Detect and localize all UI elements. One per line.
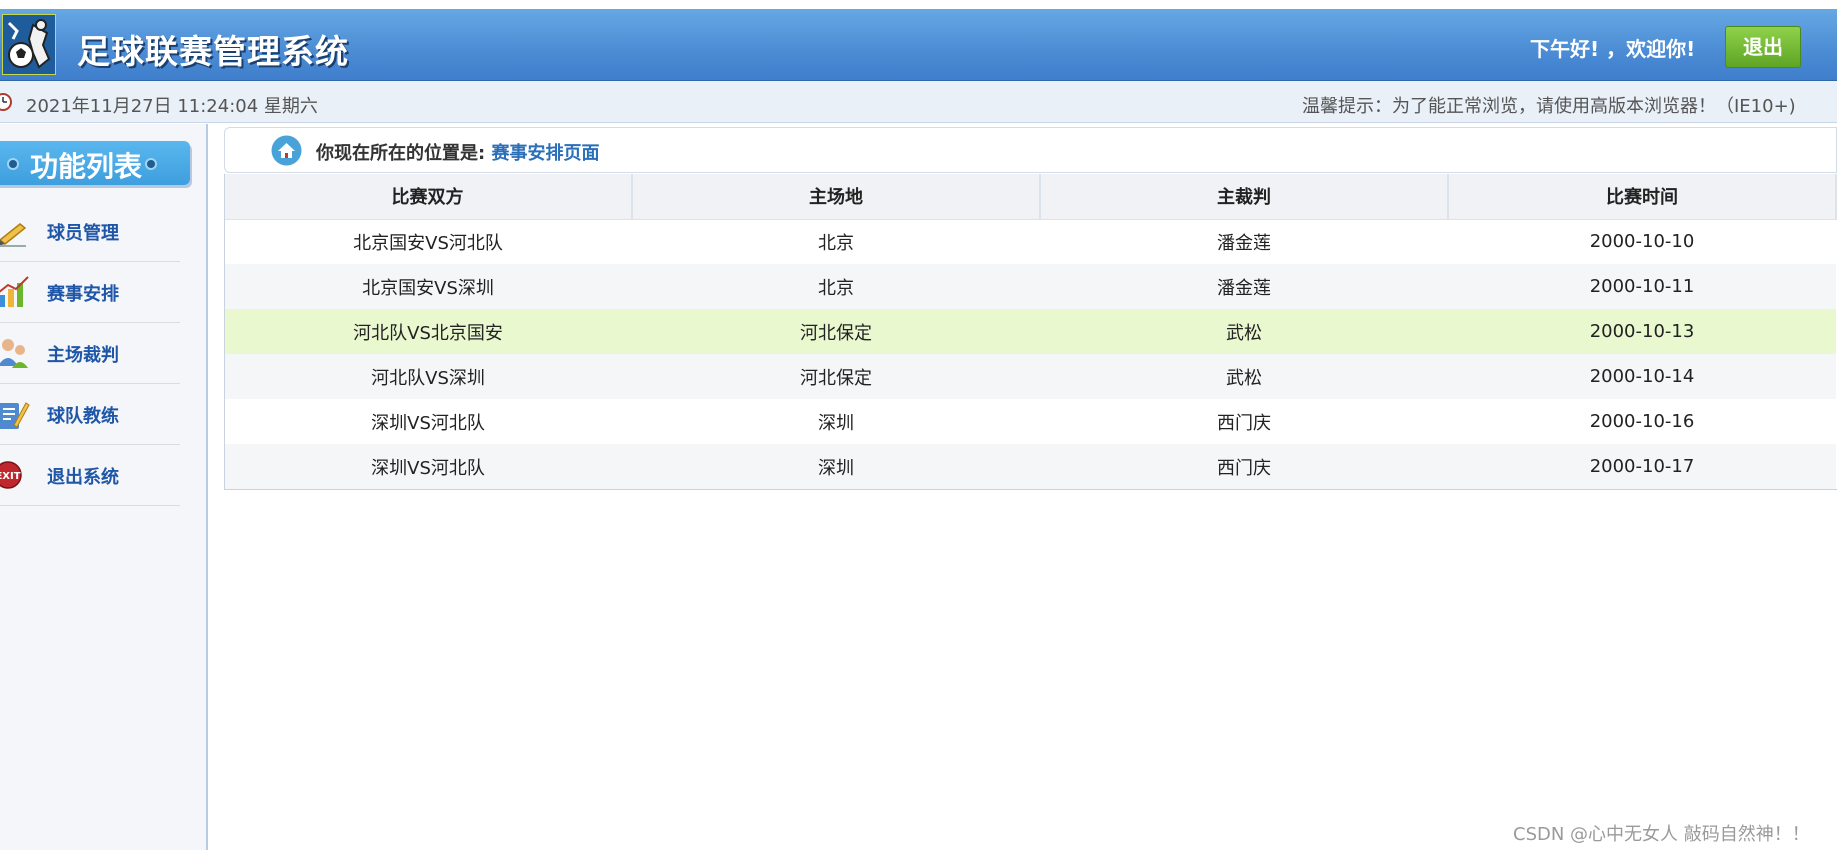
cell-venue: 深圳 — [632, 444, 1040, 489]
sidebar-item-team-coach[interactable]: 球队教练 — [0, 385, 180, 445]
cell-match-time: 2000-10-16 — [1448, 399, 1836, 444]
table-row[interactable]: 北京国安VS深圳 北京 潘金莲 2000-10-11 — [224, 264, 1836, 309]
cell-teams: 北京国安VS河北队 — [224, 219, 632, 264]
cell-venue: 深圳 — [632, 399, 1040, 444]
dot-icon — [7, 158, 19, 170]
logout-button[interactable]: 退出 — [1725, 26, 1801, 68]
breadcrumb-current-page[interactable]: 赛事安排页面 — [491, 143, 599, 164]
cell-venue: 河北保定 — [632, 354, 1040, 399]
column-header-match-time: 比赛时间 — [1448, 174, 1837, 220]
watermark-text: CSDN @心中无女人 敲码自然神！！ — [1513, 824, 1810, 845]
svg-text:EXIT: EXIT — [0, 471, 21, 482]
exit-icon: EXIT — [0, 458, 30, 492]
table-header-row: 比赛双方 主场地 主裁判 比赛时间 — [224, 174, 1837, 220]
cell-venue: 河北保定 — [632, 309, 1040, 354]
cell-referee: 武松 — [1040, 309, 1448, 354]
users-icon — [0, 336, 30, 370]
cell-teams: 河北队VS深圳 — [224, 354, 632, 399]
chart-icon — [0, 275, 30, 309]
sidebar-item-label: 球队教练 — [47, 406, 119, 427]
sidebar: 功能列表 球员管理 赛事安排 主场裁判 球队教练 XIT 退出系统 — [0, 124, 208, 850]
cell-match-time: 2000-10-17 — [1448, 444, 1836, 489]
sidebar-item-exit-system[interactable]: EXIT 退出系统 — [0, 446, 180, 506]
column-header-teams: 比赛双方 — [224, 174, 633, 220]
cell-venue: 北京 — [632, 264, 1040, 309]
top-header: 足球联赛管理系统 下午好! ，欢迎你! 退出 — [0, 9, 1837, 81]
cell-referee: 武松 — [1040, 354, 1448, 399]
table-row[interactable]: 河北队VS北京国安 河北保定 武松 2000-10-13 — [224, 309, 1836, 354]
cell-venue: 北京 — [632, 219, 1040, 264]
clock-icon — [0, 92, 13, 112]
cell-match-time: 2000-10-13 — [1448, 309, 1836, 354]
sidebar-item-label: 球员管理 — [47, 223, 119, 244]
soccer-logo-icon — [2, 14, 56, 75]
table-row[interactable]: 深圳VS河北队 深圳 西门庆 2000-10-17 — [224, 444, 1836, 489]
sidebar-item-player-management[interactable]: 球员管理 — [0, 202, 180, 262]
sidebar-item-match-schedule[interactable]: 赛事安排 — [0, 263, 180, 323]
cell-teams: 河北队VS北京国安 — [224, 309, 632, 354]
column-header-venue: 主场地 — [632, 174, 1041, 220]
cell-match-time: 2000-10-14 — [1448, 354, 1836, 399]
sidebar-item-label: 退出系统 — [47, 467, 119, 488]
cell-teams: 深圳VS河北队 — [224, 399, 632, 444]
table-row[interactable]: 河北队VS深圳 河北保定 武松 2000-10-14 — [224, 354, 1836, 399]
cell-teams: 北京国安VS深圳 — [224, 264, 632, 309]
greeting-text: 下午好! ，欢迎你! — [1530, 37, 1696, 61]
clipboard-icon — [0, 397, 30, 431]
breadcrumb: 你现在所在的位置是: 赛事安排页面 — [224, 127, 1837, 173]
table-row[interactable]: 北京国安VS河北队 北京 潘金莲 2000-10-10 — [224, 219, 1836, 264]
cell-match-time: 2000-10-11 — [1448, 264, 1836, 309]
pencil-icon — [0, 214, 30, 248]
breadcrumb-prefix: 你现在所在的位置是: — [316, 143, 492, 164]
current-datetime: 2021年11月27日 11:24:04 星期六 — [26, 96, 318, 117]
app-title: 足球联赛管理系统 — [77, 32, 349, 71]
column-header-referee: 主裁判 — [1040, 174, 1449, 220]
table-row[interactable]: 深圳VS河北队 深圳 西门庆 2000-10-16 — [224, 399, 1836, 444]
browser-tip: 温馨提示：为了能正常浏览，请使用高版本浏览器！（IE10+) — [1302, 96, 1796, 117]
cell-referee: 潘金莲 — [1040, 219, 1448, 264]
cell-match-time: 2000-10-10 — [1448, 219, 1836, 264]
cell-referee: 西门庆 — [1040, 399, 1448, 444]
sidebar-item-home-referee[interactable]: 主场裁判 — [0, 324, 180, 384]
sidebar-header: 功能列表 — [0, 141, 190, 185]
sidebar-item-label: 赛事安排 — [47, 284, 119, 305]
breadcrumb-label: 你现在所在的位置是: 赛事安排页面 — [316, 139, 599, 165]
sidebar-item-label: 主场裁判 — [47, 345, 119, 366]
sidebar-title: 功能列表 — [30, 150, 143, 183]
cell-teams: 深圳VS河北队 — [224, 444, 632, 489]
info-bar: 2021年11月27日 11:24:04 星期六 温馨提示：为了能正常浏览，请使… — [0, 81, 1837, 123]
cell-referee: 潘金莲 — [1040, 264, 1448, 309]
cell-referee: 西门庆 — [1040, 444, 1448, 489]
match-schedule-table: 比赛双方 主场地 主裁判 比赛时间 北京国安VS河北队 北京 潘金莲 2000-… — [224, 174, 1837, 489]
home-icon — [271, 135, 302, 166]
dot-icon — [145, 158, 157, 170]
